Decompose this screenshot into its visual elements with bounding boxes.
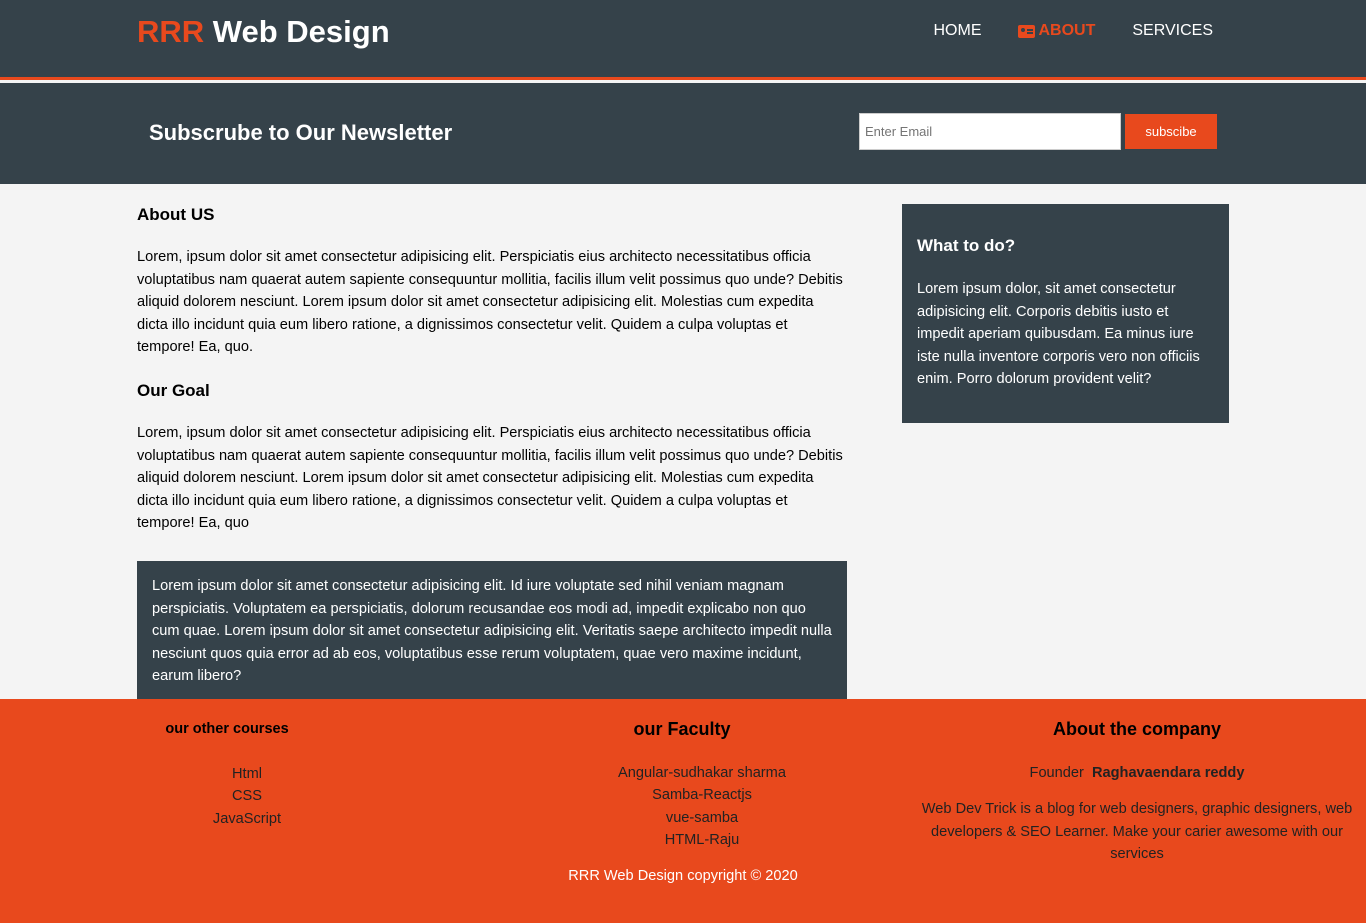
company-heading: About the company: [1052, 719, 1221, 739]
founder-line: Founder Raghavaendara reddy: [910, 762, 1364, 784]
nav-services-label: SERVICES: [1132, 22, 1213, 39]
company-column: About the company Founder Raghavaendara …: [910, 719, 1364, 866]
course-item[interactable]: CSS: [137, 785, 357, 807]
company-text: Web Dev Trick is a blog for web designer…: [921, 801, 1353, 863]
subscribe-button[interactable]: subscibe: [1125, 114, 1217, 149]
goal-text: Lorem, ipsum dolor sit amet consectetur …: [137, 424, 843, 532]
about-heading: About US: [137, 205, 215, 224]
nav-home[interactable]: HOME: [933, 22, 981, 40]
main-nav: HOME ABOUT SERVICES: [933, 22, 1213, 40]
highlight-box: Lorem ipsum dolor sit amet consectetur a…: [137, 560, 847, 703]
course-item[interactable]: Html: [137, 763, 357, 785]
sidebar-heading: What to do?: [917, 236, 1016, 255]
faculty-item[interactable]: Angular-sudhakar sharma: [567, 762, 837, 784]
faculty-list: Angular-sudhakar sharma Samba-Reactjs vu…: [567, 762, 837, 852]
nav-about-label: ABOUT: [1038, 22, 1096, 39]
sidebar: What to do? Lorem ipsum dolor, sit amet …: [902, 204, 1229, 423]
brand-highlight: RRR: [137, 14, 205, 49]
founder-name: Raghavaendara reddy: [1091, 765, 1245, 781]
goal-heading: Our Goal: [137, 380, 210, 400]
founder-label: Founder: [1029, 765, 1084, 781]
course-item[interactable]: JavaScript: [137, 808, 357, 830]
courses-column: our other courses Html CSS JavaScript: [137, 721, 357, 830]
nav-home-label: HOME: [933, 22, 982, 39]
faculty-heading: our Faculty: [633, 719, 731, 739]
about-text: Lorem, ipsum dolor sit amet consectetur …: [137, 249, 843, 356]
site-header: RRR Web Design HOME ABOUT SERVICES: [0, 0, 1366, 80]
courses-heading: our other courses: [165, 721, 289, 737]
faculty-column: our Faculty Angular-sudhakar sharma Samb…: [567, 719, 837, 852]
faculty-item[interactable]: HTML-Raju: [567, 829, 837, 851]
faculty-item[interactable]: vue-samba: [567, 807, 837, 829]
newsletter-section: Subscrube to Our Newsletter subscibe: [0, 83, 1366, 184]
newsletter-title: Subscrube to Our Newsletter: [149, 120, 453, 145]
courses-list: Html CSS JavaScript: [137, 763, 357, 830]
site-footer: our other courses Html CSS JavaScript ou…: [0, 699, 1366, 923]
nav-services[interactable]: SERVICES: [1132, 22, 1213, 40]
sidebar-text: Lorem ipsum dolor, sit amet consectetur …: [917, 281, 1200, 388]
site-logo[interactable]: RRR Web Design: [137, 14, 390, 50]
faculty-item[interactable]: Samba-Reactjs: [567, 784, 837, 806]
id-card-icon: [1018, 24, 1036, 38]
email-input[interactable]: [859, 113, 1121, 150]
copyright: RRR Web Design copyright © 2020: [568, 868, 798, 884]
brand-rest: Web Design: [204, 14, 390, 49]
main-content: About US Lorem, ipsum dolor sit amet con…: [137, 203, 847, 703]
nav-about[interactable]: ABOUT: [1018, 22, 1095, 40]
